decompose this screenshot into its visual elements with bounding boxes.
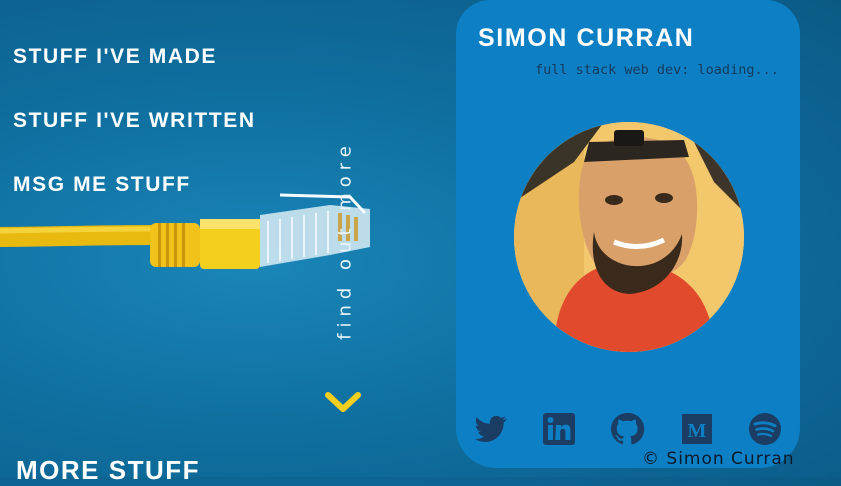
ethernet-cable-image bbox=[0, 193, 370, 269]
avatar bbox=[514, 122, 744, 352]
spotify-icon[interactable] bbox=[746, 410, 784, 448]
more-stuff-heading: MORE STUFF bbox=[16, 455, 200, 485]
svg-text:M: M bbox=[688, 420, 707, 442]
chevron-down-icon[interactable] bbox=[324, 390, 362, 414]
profile-name: SIMON CURRAN bbox=[478, 24, 695, 52]
linkedin-icon[interactable] bbox=[540, 410, 578, 448]
profile-photo bbox=[514, 122, 744, 352]
profile-tagline: full stack web dev: loading... bbox=[535, 62, 779, 78]
github-icon[interactable] bbox=[608, 410, 646, 448]
medium-icon[interactable]: M bbox=[678, 410, 716, 448]
copyright-footer: © Simon Curran bbox=[642, 449, 795, 469]
twitter-icon[interactable] bbox=[472, 410, 510, 448]
find-out-more-label: find out more bbox=[334, 140, 356, 340]
nav-stuff-made[interactable]: STUFF I'VE MADE bbox=[13, 45, 217, 69]
profile-card: SIMON CURRAN full stack web dev: loading… bbox=[456, 0, 800, 468]
nav-stuff-written[interactable]: STUFF I'VE WRITTEN bbox=[13, 109, 256, 133]
